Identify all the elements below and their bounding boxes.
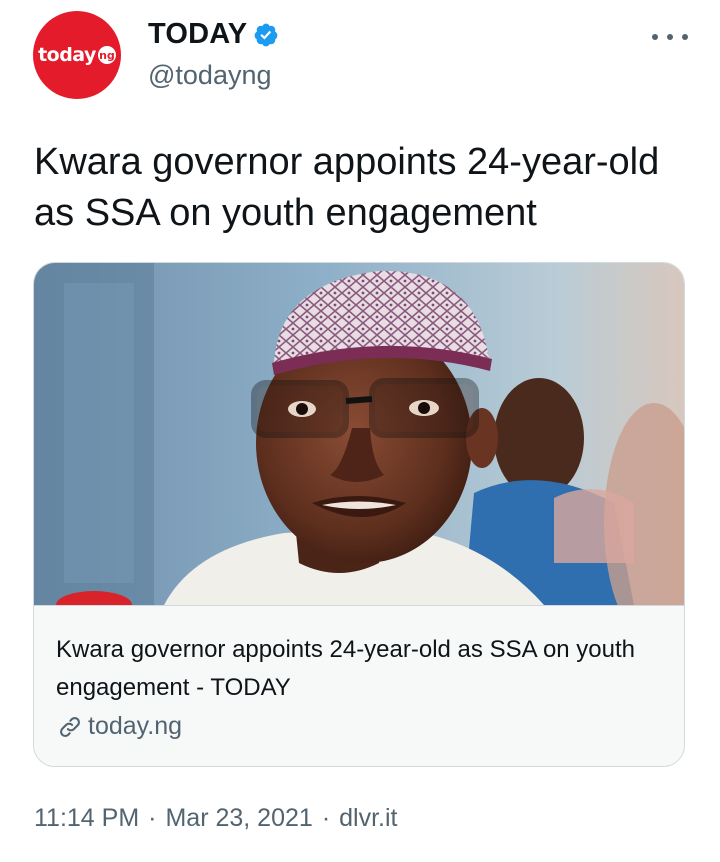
card-image[interactable] <box>34 263 684 605</box>
meta-separator: · <box>321 804 331 832</box>
card-domain-text: today.ng <box>88 712 183 740</box>
profile-avatar[interactable]: today ng <box>33 11 121 99</box>
author-name-row[interactable]: TODAY <box>148 18 279 51</box>
more-options-icon[interactable] <box>652 30 688 44</box>
tweet-date[interactable]: Mar 23, 2021 <box>165 804 312 833</box>
meta-separator: · <box>148 804 157 832</box>
link-preview-card[interactable]: Kwara governor appoints 24-year-old as S… <box>33 262 685 767</box>
tweet-metadata: 11:14 PM · Mar 23, 2021 · dlvr.it <box>34 804 398 833</box>
tweet-time[interactable]: 11:14 PM <box>34 804 139 833</box>
logo-badge: ng <box>97 46 116 64</box>
tweet-source[interactable]: dlvr.it <box>339 804 397 833</box>
card-info[interactable]: Kwara governor appoints 24-year-old as S… <box>34 605 684 766</box>
user-handle[interactable]: @todayng <box>148 60 272 91</box>
card-domain: today.ng <box>56 712 182 741</box>
card-title: Kwara governor appoints 24-year-old as S… <box>56 636 636 701</box>
link-icon <box>56 713 84 741</box>
verified-badge-icon <box>253 22 279 48</box>
tweet-text: Kwara governor appoints 24-year-old as S… <box>34 141 660 234</box>
display-name[interactable]: TODAY <box>148 18 247 51</box>
logo-wordmark: today <box>38 44 96 66</box>
today-ng-logo: today ng <box>38 44 116 66</box>
